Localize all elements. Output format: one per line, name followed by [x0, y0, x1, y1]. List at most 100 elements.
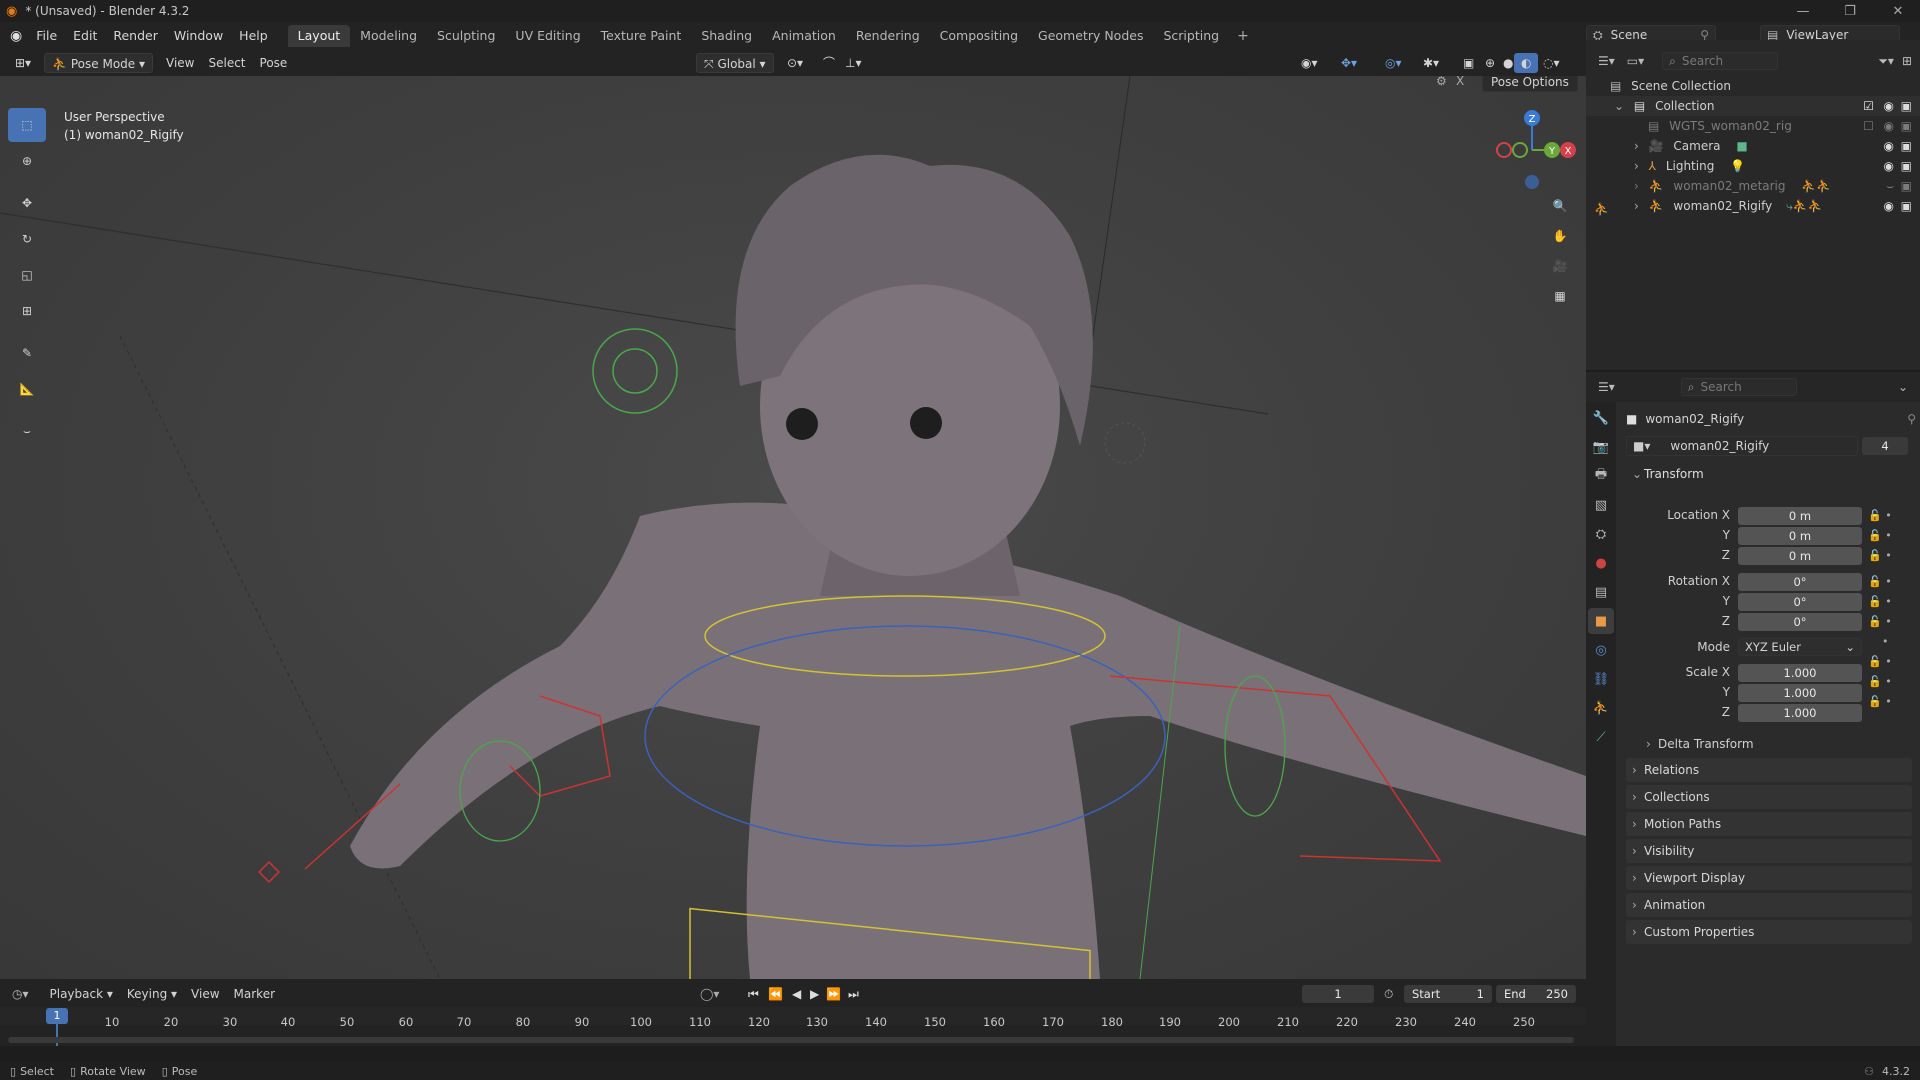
marker-menu[interactable]: Marker — [227, 984, 282, 1004]
checkbox-icon[interactable]: ☑ — [1863, 96, 1874, 116]
select-box-tool[interactable]: ⬚ — [8, 108, 46, 142]
tab-layout[interactable]: Layout — [287, 25, 351, 47]
tab-bone[interactable]: ⟋ — [1588, 724, 1614, 750]
outliner-item-camera[interactable]: › 🎥 Camera ■ ◉ ▣ — [1586, 136, 1920, 156]
view-menu[interactable]: View — [184, 984, 226, 1004]
scale-x-field[interactable]: 1.000 — [1738, 664, 1862, 682]
annotate-tool[interactable]: ✎ — [8, 336, 46, 370]
lock-icon[interactable]: 🔓 • — [1868, 546, 1892, 566]
pin-icon[interactable]: ⚲ — [1907, 412, 1916, 426]
outliner-item-rigify[interactable]: › ⛹ woman02_Rigify ⤷⛹⛹ ◉ ▣ — [1586, 196, 1920, 216]
collection-row[interactable]: ⌄ ▤ Collection ☑ ◉ ▣ — [1586, 96, 1920, 116]
navigation-gizmo[interactable]: Z X Y — [1488, 106, 1578, 196]
stopwatch-icon[interactable]: ⏱ — [1384, 987, 1393, 1002]
current-frame-field[interactable]: 1 — [1302, 985, 1374, 1003]
tab-render[interactable]: 📷 — [1588, 434, 1614, 460]
outliner-item-lighting[interactable]: › ⅄ Lighting 💡 ◉ ▣ — [1586, 156, 1920, 176]
collections-panel[interactable]: Collections — [1626, 785, 1912, 809]
tab-tool[interactable]: 🔧 — [1588, 405, 1614, 431]
measure-tool[interactable]: 📐 — [8, 372, 46, 406]
scale-y-field[interactable]: 1.000 — [1738, 684, 1862, 702]
tab-scripting[interactable]: Scripting — [1153, 25, 1229, 47]
location-y-field[interactable]: 0 m — [1738, 527, 1862, 545]
outliner-item-metarig[interactable]: › ⛹ woman02_metarig ⛹⛹ ⌣ ▣ — [1586, 176, 1920, 196]
lock-icon[interactable]: 🔓 • — [1868, 592, 1892, 612]
menu-window[interactable]: Window — [166, 25, 231, 47]
relations-panel[interactable]: Relations — [1626, 758, 1912, 782]
keying-menu[interactable]: Keying ▾ — [120, 984, 184, 1004]
jump-end-icon[interactable]: ⏭ — [848, 987, 859, 1002]
options-chevron-icon[interactable]: ⌄ — [1898, 380, 1908, 394]
auto-keying-icon[interactable]: ◯▾ — [700, 987, 719, 1001]
filter-icon[interactable]: ⏷▾ — [1878, 54, 1894, 69]
ortho-toggle-button[interactable]: ▦ — [1546, 282, 1574, 310]
lock-icon[interactable]: 🔓 • — [1868, 612, 1892, 632]
transform-tool[interactable]: ⊞ — [8, 294, 46, 328]
display-mode-icon[interactable]: ▭▾ — [1627, 54, 1644, 68]
timeline-scrollbar[interactable] — [8, 1037, 1574, 1043]
tab-rendering[interactable]: Rendering — [846, 25, 930, 47]
rotation-z-field[interactable]: 0° — [1738, 613, 1862, 631]
add-workspace-icon[interactable]: + — [1229, 28, 1257, 44]
editor-type-icon[interactable]: ⊞▾ — [8, 53, 38, 73]
proportional-icon[interactable]: ⊥▾ — [838, 53, 868, 73]
eye-icon[interactable]: ◉ — [1884, 96, 1894, 116]
tab-output[interactable]: 🖶 — [1588, 463, 1614, 489]
menu-edit[interactable]: Edit — [65, 25, 105, 47]
expand-icon[interactable]: › — [1634, 139, 1639, 153]
playhead-handle[interactable]: 1 — [46, 1008, 68, 1024]
tab-constraints[interactable]: ⛓ — [1588, 666, 1614, 692]
lock-icon[interactable]: 🔓 • — [1868, 526, 1892, 546]
animation-panel[interactable]: Animation — [1626, 893, 1912, 917]
properties-search[interactable]: ⌕ Search — [1680, 378, 1797, 396]
material-shading-icon[interactable]: ◐ — [1514, 53, 1539, 73]
mode-dropdown[interactable]: ⛹ Pose Mode ▾ — [44, 53, 153, 73]
scale-z-field[interactable]: 1.000 — [1738, 704, 1862, 722]
pan-view-button[interactable]: ✋ — [1546, 222, 1574, 250]
tab-compositing[interactable]: Compositing — [930, 25, 1028, 47]
gizmo-toggle-icon[interactable]: ✥▾ — [1334, 53, 1364, 73]
tab-animation[interactable]: Animation — [762, 25, 846, 47]
datablock-selector[interactable]: ■▾ woman02_Rigify — [1626, 436, 1858, 456]
pivot-icon[interactable]: ⊙▾ — [780, 53, 810, 73]
visibility-icon[interactable]: ◉▾ — [1294, 53, 1325, 73]
eye-icon[interactable]: ◉ — [1884, 136, 1894, 156]
scale-tool[interactable]: ◱ — [8, 258, 46, 292]
tab-world[interactable]: ● — [1588, 550, 1614, 576]
jump-keyframe-forward-icon[interactable]: ⏩ — [826, 987, 841, 1001]
relax-pose-tool[interactable]: ⌣ — [8, 414, 46, 448]
menu-file[interactable]: File — [28, 25, 65, 47]
tab-view-layer[interactable]: ▧ — [1588, 492, 1614, 518]
minimize-button[interactable]: — — [1783, 0, 1823, 22]
expand-icon[interactable]: › — [1634, 159, 1639, 173]
keyframe-dot-icon[interactable]: • — [1868, 632, 1892, 652]
camera-render-icon[interactable]: ▣ — [1901, 136, 1912, 156]
location-z-field[interactable]: 0 m — [1738, 547, 1862, 565]
transform-panel-header[interactable]: ⌄ Transform — [1626, 462, 1912, 486]
zoom-view-button[interactable]: 🔍 — [1546, 192, 1574, 220]
jump-start-icon[interactable]: ⏮ — [748, 987, 759, 1002]
lock-icon[interactable]: 🔓 • — [1868, 652, 1892, 672]
end-frame-field[interactable]: End 250 — [1496, 985, 1576, 1003]
tab-collection[interactable]: ▤ — [1588, 579, 1614, 605]
tab-geometry-nodes[interactable]: Geometry Nodes — [1028, 25, 1153, 47]
tab-scene[interactable]: ⛭ — [1588, 521, 1614, 547]
scene-collection-row[interactable]: ▤ Scene Collection — [1586, 76, 1920, 96]
expand-icon[interactable]: › — [1634, 199, 1639, 213]
tab-object[interactable]: ■ — [1588, 608, 1614, 634]
tab-texture-paint[interactable]: Texture Paint — [591, 25, 692, 47]
eye-closed-icon[interactable]: ⌣ — [1886, 176, 1894, 196]
checkbox-icon[interactable]: ☐ — [1863, 116, 1874, 136]
camera-render-icon[interactable]: ▣ — [1901, 176, 1912, 196]
jump-keyframe-back-icon[interactable]: ⏪ — [768, 987, 783, 1001]
orientation-dropdown[interactable]: ⤧ Global ▾ — [696, 53, 774, 73]
snap-settings-icon[interactable]: ⚙ — [1436, 76, 1447, 88]
location-x-field[interactable]: 0 m — [1738, 507, 1862, 525]
lock-icon[interactable]: 🔓 • — [1868, 672, 1892, 692]
lock-icon[interactable]: 🔓 • — [1868, 572, 1892, 592]
camera-render-icon[interactable]: ▣ — [1901, 116, 1912, 136]
delta-transform-subpanel[interactable]: › Delta Transform — [1640, 734, 1910, 754]
properties-editor-icon[interactable]: ☰▾ — [1598, 380, 1615, 394]
user-count[interactable]: 4 — [1862, 437, 1908, 455]
eye-icon[interactable]: ◉ — [1884, 116, 1894, 136]
